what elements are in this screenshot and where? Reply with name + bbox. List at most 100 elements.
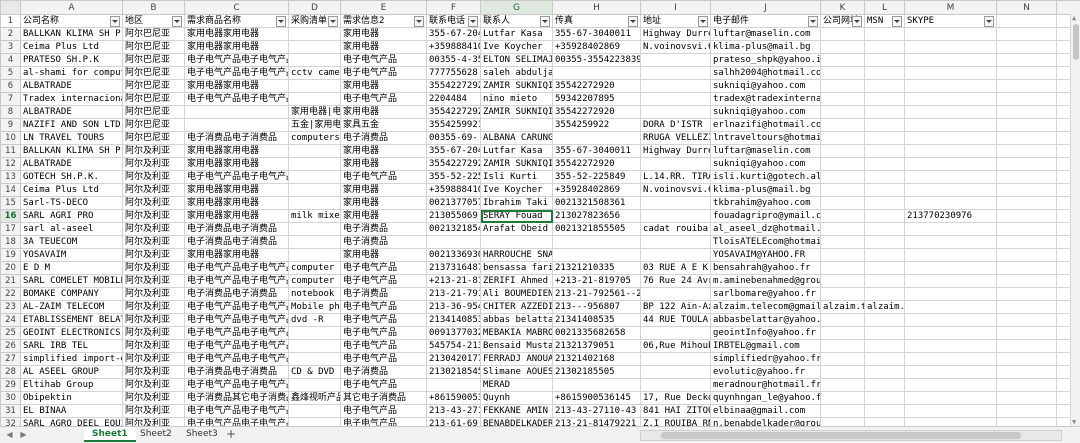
vertical-scrollbar[interactable]: ▲ ▼ <box>1070 14 1080 426</box>
table-cell[interactable] <box>821 327 865 340</box>
table-cell[interactable]: 213-21-81479221 <box>553 418 641 427</box>
table-cell[interactable]: 阿尔巴尼亚 <box>123 132 185 145</box>
table-cell[interactable] <box>997 301 1057 314</box>
table-cell[interactable]: DORA D'ISTR <box>641 119 711 132</box>
table-cell[interactable] <box>997 93 1057 106</box>
table-cell[interactable] <box>289 353 341 366</box>
table-cell[interactable]: +861590053 <box>427 392 481 405</box>
table-cell[interactable] <box>821 223 865 236</box>
table-cell[interactable] <box>289 197 341 210</box>
table-cell[interactable]: 家用电器家用电器 <box>185 80 289 93</box>
table-cell[interactable]: Ibrahim Taki <box>481 197 553 210</box>
table-cell[interactable]: 阿尔及利亚 <box>123 210 185 223</box>
table-cell[interactable] <box>865 80 905 93</box>
table-cell[interactable]: 阿尔及利亚 <box>123 366 185 379</box>
table-cell[interactable]: 35542272920 <box>427 80 481 93</box>
table-cell[interactable] <box>821 54 865 67</box>
table-cell[interactable]: 35542272920 <box>553 158 641 171</box>
row-number[interactable]: 17 <box>1 223 21 236</box>
table-cell[interactable]: 06,Rue Mihoubi <box>641 340 711 353</box>
table-cell[interactable]: 电子消费品 <box>341 132 427 145</box>
column-header-b[interactable]: B <box>123 1 185 15</box>
row-number[interactable]: 20 <box>1 262 21 275</box>
column-header-e[interactable]: E <box>341 1 427 15</box>
spreadsheet-grid[interactable]: ABCDEFGHIJKLMNOP 1公司名称地区需求商品名称采购清单需求信息2联… <box>0 0 1080 426</box>
table-cell[interactable]: 777755628 <box>427 67 481 80</box>
table-cell[interactable]: 电子电气产品电子电气产品 <box>185 67 289 80</box>
table-cell[interactable]: Ceima Plus Ltd <box>21 41 123 54</box>
table-cell[interactable]: CHITER AZZEDINE <box>481 301 553 314</box>
table-cell[interactable]: 阿尔及利亚 <box>123 340 185 353</box>
table-cell[interactable] <box>905 132 997 145</box>
table-cell[interactable]: 00355-35542238398 <box>553 54 641 67</box>
table-cell[interactable]: N.voinovsvi.61 <box>641 184 711 197</box>
filter-dropdown-icon[interactable] <box>892 16 902 27</box>
table-cell[interactable]: Mobile pho <box>289 301 341 314</box>
table-cell[interactable]: 44 RUE TOULA A <box>641 314 711 327</box>
table-cell[interactable] <box>997 236 1057 249</box>
row-number[interactable]: 13 <box>1 171 21 184</box>
column-header-g[interactable]: G <box>481 1 553 15</box>
table-cell[interactable] <box>553 67 641 80</box>
table-cell[interactable]: 电子电气产品电子电气产品 <box>185 340 289 353</box>
table-cell[interactable] <box>821 119 865 132</box>
row-number[interactable]: 9 <box>1 119 21 132</box>
table-cell[interactable] <box>553 132 641 145</box>
table-cell[interactable] <box>641 67 711 80</box>
table-cell[interactable]: +359888410 <box>427 184 481 197</box>
field-header-cell[interactable]: 地址 <box>641 15 711 28</box>
table-cell[interactable]: 家用电器 <box>341 106 427 119</box>
table-cell[interactable]: SARL AGRO DEEL EQUIPE <box>21 418 123 427</box>
row-number[interactable]: 14 <box>1 184 21 197</box>
table-cell[interactable] <box>905 262 997 275</box>
table-cell[interactable]: isli.kurti@gotech.al <box>711 171 821 184</box>
table-cell[interactable]: 电子电气产品 <box>341 262 427 275</box>
filter-dropdown-icon[interactable] <box>984 16 994 27</box>
table-cell[interactable]: 213055069 <box>427 210 481 223</box>
table-cell[interactable] <box>481 119 553 132</box>
table-cell[interactable]: tkbrahim@yahoo.com <box>711 197 821 210</box>
table-cell[interactable]: 355-67-3040011 <box>553 145 641 158</box>
table-cell[interactable] <box>821 418 865 427</box>
table-cell[interactable]: sarlbomare@yahoo.fr <box>711 288 821 301</box>
table-cell[interactable] <box>641 54 711 67</box>
table-cell[interactable] <box>821 314 865 327</box>
table-cell[interactable] <box>905 314 997 327</box>
table-cell[interactable] <box>997 223 1057 236</box>
next-sheet-icon[interactable]: ▶ <box>18 429 29 440</box>
row-number[interactable]: 12 <box>1 158 21 171</box>
table-cell[interactable]: Lutfar Kasa <box>481 145 553 158</box>
table-cell[interactable] <box>865 249 905 262</box>
table-cell[interactable]: E D M <box>21 262 123 275</box>
table-cell[interactable]: 家用电器 <box>341 80 427 93</box>
table-cell[interactable] <box>997 353 1057 366</box>
table-cell[interactable] <box>997 197 1057 210</box>
table-cell[interactable]: 阿尔及利亚 <box>123 301 185 314</box>
column-header-o[interactable]: O <box>1057 1 1080 15</box>
table-cell[interactable] <box>865 379 905 392</box>
table-cell[interactable]: 电子电气产品 <box>341 54 427 67</box>
table-cell[interactable] <box>905 236 997 249</box>
table-cell[interactable]: ZAMIR SUKNIQI <box>481 80 553 93</box>
table-cell[interactable]: N.voinovsvi.61 <box>641 41 711 54</box>
table-cell[interactable] <box>641 327 711 340</box>
table-cell[interactable] <box>997 119 1057 132</box>
table-cell[interactable] <box>905 106 997 119</box>
table-cell[interactable]: 阿尔及利亚 <box>123 418 185 427</box>
table-cell[interactable]: 家用电器 <box>341 28 427 41</box>
table-cell[interactable]: 2130420177 <box>427 353 481 366</box>
table-cell[interactable]: RRUGA VELLEZI <box>641 132 711 145</box>
table-cell[interactable]: ZAMIR SUKNIQI <box>481 106 553 119</box>
table-cell[interactable] <box>865 145 905 158</box>
table-cell[interactable] <box>821 197 865 210</box>
filter-dropdown-icon[interactable] <box>414 16 424 27</box>
table-cell[interactable]: 阿尔及利亚 <box>123 236 185 249</box>
table-cell[interactable] <box>905 340 997 353</box>
table-cell[interactable]: 213027823656 <box>553 210 641 223</box>
add-sheet-button[interactable]: + <box>226 427 236 442</box>
table-cell[interactable]: nino mieto <box>481 93 553 106</box>
table-cell[interactable]: 电子消费品 <box>341 223 427 236</box>
table-cell[interactable]: Obipektin <box>21 392 123 405</box>
column-header-a[interactable]: A <box>21 1 123 15</box>
row-number[interactable]: 6 <box>1 80 21 93</box>
